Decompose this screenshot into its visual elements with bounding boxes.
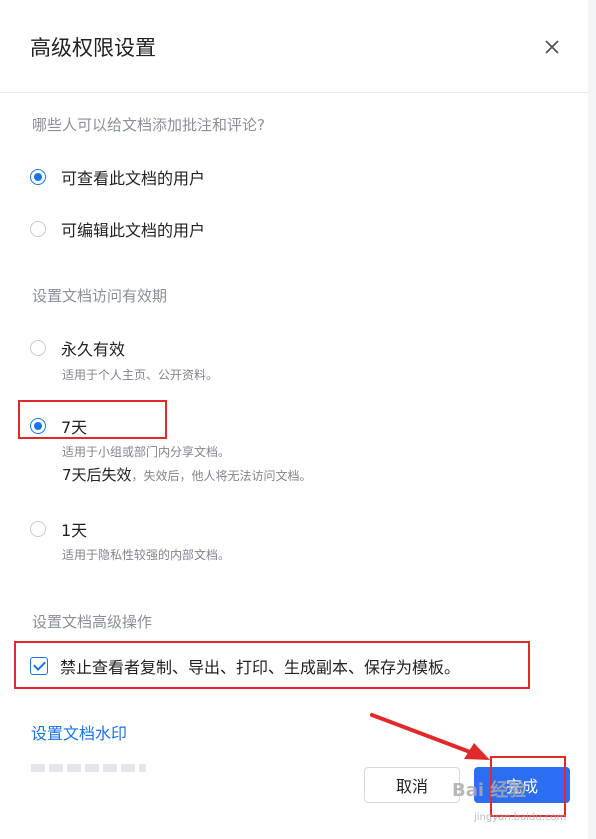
baidu-watermark-url: jingyan.baidu.com [474,812,567,823]
validity-option-7days[interactable]: 7天 [30,414,87,438]
expiry-main-text: 7天后失效 [62,466,132,484]
option-label: 7天 [61,418,88,437]
advanced-section-title: 设置文档高级操作 [32,613,153,631]
expiry-sub-text: ，失效后，他人将无法访问文档。 [131,469,312,483]
option-label: 可编辑此文档的用户 [61,221,206,240]
baidu-watermark: Bai 经验 [452,780,527,801]
option-description: 适用于隐私性较强的内部文档。 [62,548,231,562]
arrow-annotation-icon [370,713,490,760]
annotate-option-editors[interactable]: 可编辑此文档的用户 [30,217,205,241]
disable-copy-checkbox-row[interactable]: 禁止查看者复制、导出、打印、生成副本、保存为模板。 [30,654,460,678]
header-divider [0,92,596,93]
annotate-option-viewers[interactable]: 可查看此文档的用户 [30,165,205,189]
validity-section-title: 设置文档访问有效期 [32,287,168,305]
annotate-section-title: 哪些人可以给文档添加批注和评论? [32,116,265,134]
expiry-note: 7天后失效，失效后，他人将无法访问文档。 [62,464,312,485]
validity-option-permanent[interactable]: 永久有效 [30,336,125,360]
option-label: 可查看此文档的用户 [61,169,206,188]
option-description: 适用于个人主页、公开资料。 [62,368,219,382]
radio-unselected-icon[interactable] [30,521,46,537]
checkbox-checked-icon[interactable] [30,657,48,675]
checkbox-label: 禁止查看者复制、导出、打印、生成副本、保存为模板。 [60,658,461,677]
validity-option-1day[interactable]: 1天 [30,517,87,541]
radio-selected-icon[interactable] [30,418,46,434]
option-description: 适用于小组或部门内分享文档。 [62,445,231,459]
radio-selected-icon[interactable] [30,169,46,185]
option-label: 永久有效 [61,340,126,359]
option-label: 1天 [61,521,88,540]
scrollbar-track [588,0,596,839]
watermark-settings-link[interactable]: 设置文档水印 [31,720,127,744]
radio-unselected-icon[interactable] [30,340,46,356]
dialog-title: 高级权限设置 [30,36,156,60]
close-icon[interactable] [538,33,566,61]
radio-unselected-icon[interactable] [30,221,46,237]
blurred-text [31,764,146,772]
